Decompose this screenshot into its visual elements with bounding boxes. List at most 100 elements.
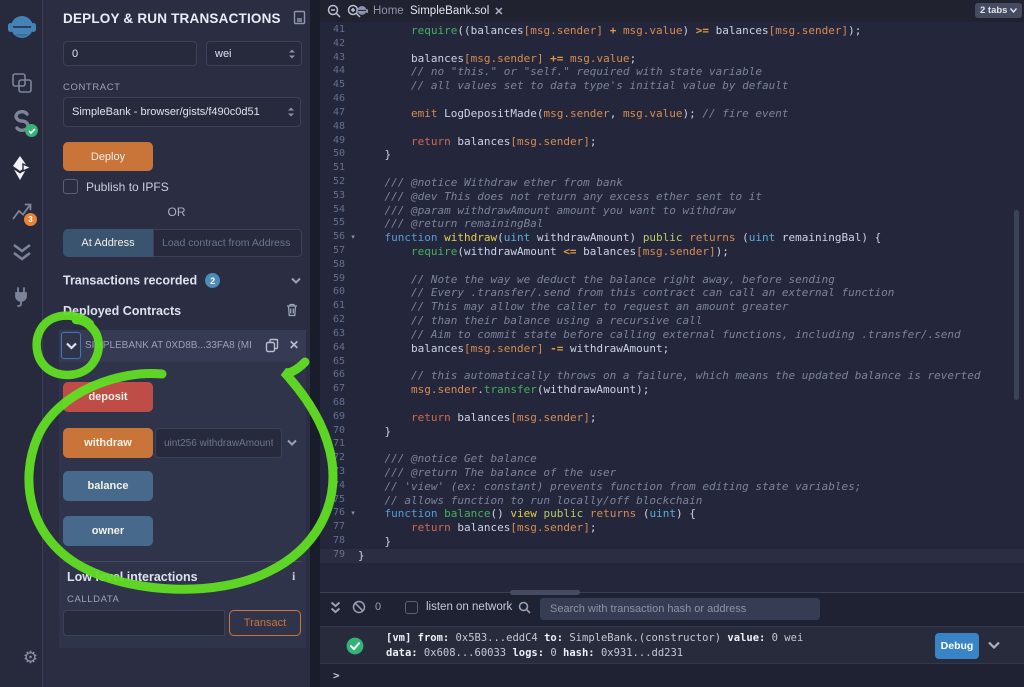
line-number[interactable]: 70 — [320, 425, 348, 439]
fold-caret-icon[interactable]: ▾ — [348, 507, 358, 521]
editor-scrollbar[interactable] — [1014, 210, 1019, 400]
clear-console-icon[interactable] — [352, 600, 366, 614]
line-number[interactable]: 68 — [320, 397, 348, 411]
code-line[interactable]: 43 balances[msg.sender] += msg.value; — [320, 52, 1024, 66]
code-line[interactable]: 62 // than their balance using a recursi… — [320, 314, 1024, 328]
line-number[interactable]: 66 — [320, 369, 348, 383]
code-line[interactable]: 66 // this automatically throws on a fai… — [320, 369, 1024, 383]
code-area[interactable]: 41 require((balances[msg.sender] + msg.v… — [320, 24, 1024, 563]
unit-select[interactable]: wei — [206, 41, 302, 66]
code-line[interactable]: 42 — [320, 38, 1024, 52]
line-number[interactable]: 50 — [320, 148, 348, 162]
code-line[interactable]: 57 require(withdrawAmount <= balances[ms… — [320, 245, 1024, 259]
transact-button[interactable]: Transact — [229, 610, 301, 636]
line-number[interactable]: 79 — [320, 549, 348, 563]
transaction-log-row[interactable]: [vm] from: 0x5B3...eddC4 to: SimpleBank.… — [320, 626, 1024, 664]
line-number[interactable]: 67 — [320, 383, 348, 397]
fold-caret-icon[interactable]: ▾ — [348, 231, 358, 245]
trash-icon[interactable] — [286, 303, 298, 317]
info-icon[interactable]: i — [292, 569, 295, 584]
zoom-out-icon[interactable] — [327, 4, 341, 18]
line-number[interactable]: 63 — [320, 328, 348, 342]
line-number[interactable]: 41 — [320, 24, 348, 38]
terminal-prompt[interactable]: > — [333, 669, 340, 682]
collapse-terminal-icon[interactable] — [330, 601, 341, 614]
line-number[interactable]: 59 — [320, 273, 348, 287]
code-line[interactable]: 51 — [320, 162, 1024, 176]
instance-header[interactable]: SIMPLEBANK AT 0XD8B...33FA8 (MEMORY) ✕ — [59, 330, 306, 362]
deploy-run-icon[interactable] — [0, 155, 43, 181]
code-line[interactable]: 48 — [320, 121, 1024, 135]
code-line[interactable]: 79} — [320, 549, 1024, 563]
code-line[interactable]: 64 balances[msg.sender] -= withdrawAmoun… — [320, 342, 1024, 356]
at-address-input[interactable] — [153, 229, 302, 257]
terminal-resize-handle[interactable] — [510, 590, 580, 595]
code-line[interactable]: 58 — [320, 259, 1024, 273]
line-number[interactable]: 65 — [320, 356, 348, 370]
code-line[interactable]: 65 — [320, 356, 1024, 370]
listen-network-checkbox[interactable] — [405, 601, 418, 614]
line-number[interactable]: 77 — [320, 521, 348, 535]
line-number[interactable]: 49 — [320, 135, 348, 149]
line-number[interactable]: 72 — [320, 452, 348, 466]
code-line[interactable]: 78 } — [320, 535, 1024, 549]
plugin-manager-icon[interactable] — [0, 285, 43, 307]
code-line[interactable]: 47 emit LogDepositMade(msg.sender, msg.v… — [320, 107, 1024, 121]
code-line[interactable]: 71 — [320, 438, 1024, 452]
code-line[interactable]: 50 } — [320, 148, 1024, 162]
copy-address-icon[interactable] — [265, 338, 279, 353]
analysis-icon[interactable]: 3 — [0, 200, 43, 222]
line-number[interactable]: 53 — [320, 190, 348, 204]
code-line[interactable]: 59 // Note the way we deduct the balance… — [320, 273, 1024, 287]
terminal-search-input[interactable] — [540, 598, 820, 620]
line-number[interactable]: 62 — [320, 314, 348, 328]
line-number[interactable]: 73 — [320, 466, 348, 480]
solidity-compiler-icon[interactable] — [0, 110, 43, 136]
line-number[interactable]: 48 — [320, 121, 348, 135]
tab-simplebank[interactable]: SimpleBank.sol ✕ — [410, 0, 503, 22]
code-line[interactable]: 74 // 'view' (ex: constant) prevents fun… — [320, 480, 1024, 494]
line-number[interactable]: 76 — [320, 507, 348, 521]
line-number[interactable]: 45 — [320, 79, 348, 93]
at-address-button[interactable]: At Address — [63, 229, 153, 257]
panel-editor-divider[interactable] — [310, 0, 320, 687]
calldata-input[interactable] — [63, 610, 225, 636]
function-button-deposit[interactable]: deposit — [63, 382, 153, 412]
code-line[interactable]: 56▾ function withdraw(uint withdrawAmoun… — [320, 231, 1024, 245]
unit-testing-icon[interactable] — [0, 243, 43, 263]
line-number[interactable]: 69 — [320, 411, 348, 425]
line-number[interactable]: 43 — [320, 52, 348, 66]
debug-button[interactable]: Debug — [935, 633, 979, 659]
code-line[interactable]: 68 — [320, 397, 1024, 411]
instance-close-icon[interactable]: ✕ — [289, 338, 299, 352]
line-number[interactable]: 64 — [320, 342, 348, 356]
tabs-count-button[interactable]: 2 tabs — [975, 3, 1022, 18]
instance-expand-caret-icon[interactable] — [66, 342, 77, 350]
code-line[interactable]: 73 /// @return The balance of the user — [320, 466, 1024, 480]
publish-ipfs-checkbox[interactable] — [63, 179, 78, 194]
line-number[interactable]: 58 — [320, 259, 348, 273]
line-number[interactable]: 55 — [320, 217, 348, 231]
code-line[interactable]: 75 // allows function to run locally/off… — [320, 494, 1024, 508]
code-line[interactable]: 44 // no "this." or "self." required wit… — [320, 65, 1024, 79]
line-number[interactable]: 54 — [320, 204, 348, 218]
tab-close-icon[interactable]: ✕ — [494, 5, 503, 18]
code-line[interactable]: 55 /// @return remainingBal — [320, 217, 1024, 231]
code-line[interactable]: 53 /// @dev This does not return any exc… — [320, 190, 1024, 204]
code-line[interactable]: 46 — [320, 93, 1024, 107]
code-line[interactable]: 52 /// @notice Withdraw ether from bank — [320, 176, 1024, 190]
line-number[interactable]: 78 — [320, 535, 348, 549]
code-line[interactable]: 69 return balances[msg.sender]; — [320, 411, 1024, 425]
function-button-owner[interactable]: owner — [63, 516, 153, 546]
tab-home[interactable]: Home — [356, 0, 404, 22]
line-number[interactable]: 42 — [320, 38, 348, 52]
line-number[interactable]: 60 — [320, 286, 348, 300]
remix-logo-icon[interactable] — [0, 13, 43, 43]
code-line[interactable]: 54 /// @param withdrawAmount amount you … — [320, 204, 1024, 218]
code-line[interactable]: 72 /// @notice Get balance — [320, 452, 1024, 466]
line-number[interactable]: 51 — [320, 162, 348, 176]
line-number[interactable]: 71 — [320, 438, 348, 452]
code-line[interactable]: 77 return balances[msg.sender]; — [320, 521, 1024, 535]
chevron-down-icon[interactable] — [287, 439, 297, 446]
function-button-withdraw[interactable]: withdraw — [63, 428, 153, 458]
